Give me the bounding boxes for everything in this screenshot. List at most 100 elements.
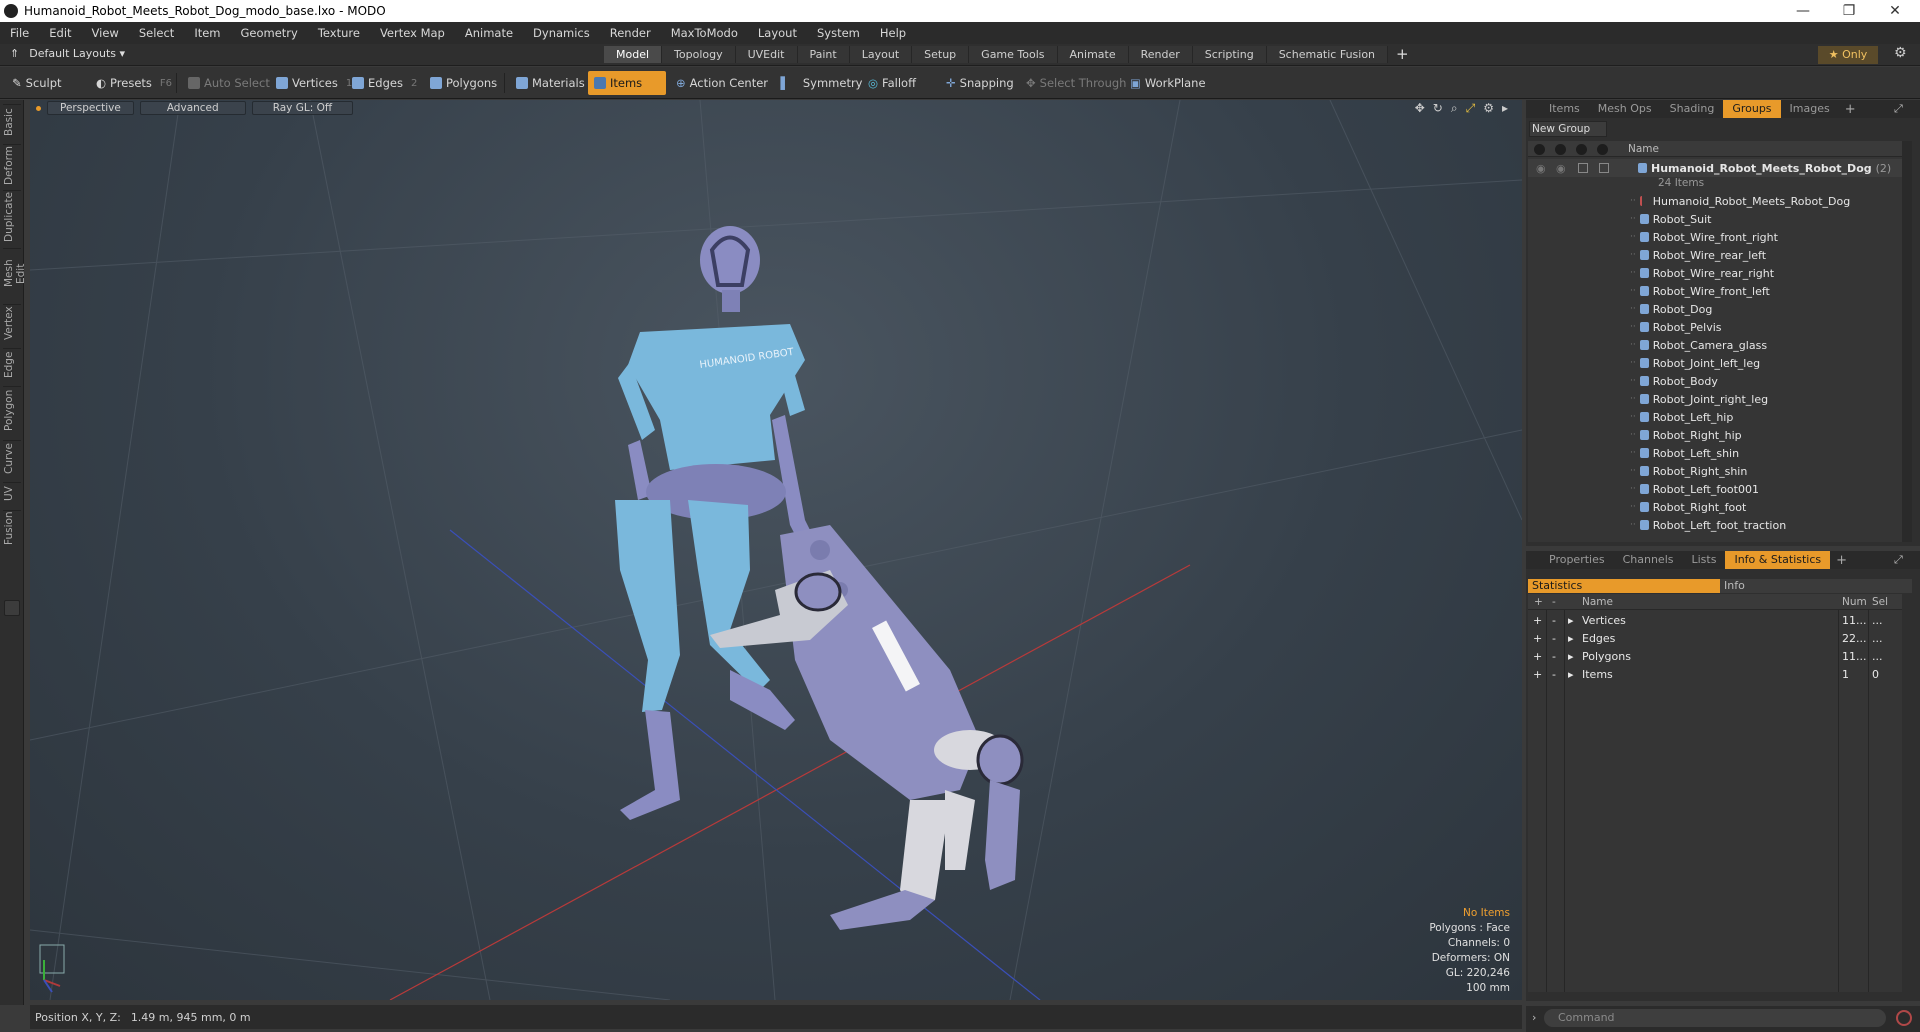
group-select-checkbox[interactable] xyxy=(1599,163,1609,173)
group-item-row[interactable]: ·· Robot_Suit xyxy=(1528,210,1902,228)
menu-edit[interactable]: Edit xyxy=(39,26,81,40)
command-expand-icon[interactable]: › xyxy=(1532,1011,1536,1024)
statistics-row[interactable]: + - ▸ Polygons 11...... xyxy=(1528,648,1902,666)
tab-items[interactable]: Items xyxy=(1540,100,1589,118)
row-add-icon[interactable]: + xyxy=(1533,632,1542,645)
add-panel-tab-icon[interactable]: + xyxy=(1839,102,1856,117)
tab-shading[interactable]: Shading xyxy=(1661,100,1724,118)
row-add-icon[interactable]: + xyxy=(1533,668,1542,681)
close-button[interactable]: ✕ xyxy=(1872,0,1918,22)
statistics-row[interactable]: + - ▸ Items 1 0 xyxy=(1528,666,1902,684)
menu-help[interactable]: Help xyxy=(870,26,916,40)
menu-dynamics[interactable]: Dynamics xyxy=(523,26,600,40)
action-center-button[interactable]: ⊕ Action Center xyxy=(670,71,774,95)
group-item-row[interactable]: ·· Robot_Left_foot001 xyxy=(1528,480,1902,498)
expand-arrow-icon[interactable]: ▸ xyxy=(1568,632,1574,645)
tab-topology[interactable]: Topology xyxy=(662,46,736,63)
group-item-row[interactable]: ·· Robot_Dog xyxy=(1528,300,1902,318)
group-item-row[interactable]: ·· Robot_Wire_front_left xyxy=(1528,282,1902,300)
panel-expand-icon[interactable]: ⤢ xyxy=(1894,102,1903,116)
menu-layout[interactable]: Layout xyxy=(748,26,807,40)
tab-uvedit[interactable]: UVEdit xyxy=(735,46,798,63)
subtab-statistics[interactable]: Statistics xyxy=(1528,579,1720,593)
maximize-button[interactable]: ❐ xyxy=(1826,0,1872,22)
menu-file[interactable]: File xyxy=(0,26,39,40)
group-item-row[interactable]: ·· Robot_Camera_glass xyxy=(1528,336,1902,354)
fit-icon[interactable]: ⤢ xyxy=(1466,101,1476,116)
group-item-row[interactable]: ·· Robot_Pelvis xyxy=(1528,318,1902,336)
group-item-row[interactable]: ·· Robot_Left_hip xyxy=(1528,408,1902,426)
tab-duplicate[interactable]: Duplicate xyxy=(3,190,21,242)
group-item-row[interactable]: ·· Humanoid_Robot_Meets_Robot_Dog xyxy=(1528,192,1902,210)
statistics-row[interactable]: + - ▸ Vertices 11...... xyxy=(1528,612,1902,630)
menu-render[interactable]: Render xyxy=(600,26,661,40)
edges-button[interactable]: Edges 2 xyxy=(346,71,423,95)
tab-edge[interactable]: Edge xyxy=(3,348,21,380)
viewport-settings-icon[interactable]: ⚙ xyxy=(1483,101,1494,116)
tab-model[interactable]: Model xyxy=(604,46,663,63)
bottom-panel-expand-icon[interactable]: ⤢ xyxy=(1894,553,1903,567)
falloff-button[interactable]: ◎ Falloff xyxy=(862,71,922,95)
tab-lists[interactable]: Lists xyxy=(1683,551,1726,569)
symmetry-button[interactable]: ▐ Symmetry xyxy=(770,71,869,95)
subtab-info[interactable]: Info xyxy=(1720,579,1912,593)
expand-arrow-icon[interactable]: ▸ xyxy=(1568,668,1574,681)
group-lock-checkbox[interactable] xyxy=(1578,163,1588,173)
tab-setup[interactable]: Setup xyxy=(912,46,970,63)
items-button[interactable]: Items xyxy=(588,71,667,95)
vertices-button[interactable]: Vertices 1 xyxy=(270,71,358,95)
3d-viewport[interactable]: HUMANOID ROBOT Perspective Advanced Ray … xyxy=(30,100,1522,1000)
record-icon[interactable] xyxy=(1896,1010,1912,1026)
tab-polygon[interactable]: Polygon xyxy=(3,386,21,434)
menu-vertex-map[interactable]: Vertex Map xyxy=(370,26,455,40)
menu-select[interactable]: Select xyxy=(129,26,184,40)
zoom-icon[interactable]: ⌕ xyxy=(1451,101,1458,116)
tab-scripting[interactable]: Scripting xyxy=(1192,46,1267,63)
tab-render[interactable]: Render xyxy=(1128,46,1193,63)
robot-dog-model[interactable] xyxy=(710,525,1024,930)
tab-info-statistics[interactable]: Info & Statistics xyxy=(1725,551,1831,569)
render-column-icon[interactable] xyxy=(1555,144,1566,155)
menu-texture[interactable]: Texture xyxy=(308,26,370,40)
tab-curve[interactable]: Curve xyxy=(3,440,21,476)
only-toggle[interactable]: ★ Only xyxy=(1818,46,1878,64)
header-add[interactable]: + xyxy=(1534,596,1543,608)
sculpt-button[interactable]: ✎ Sculpt xyxy=(6,71,68,95)
expand-arrow-icon[interactable]: ▸ xyxy=(1568,650,1574,663)
row-add-icon[interactable]: + xyxy=(1533,650,1542,663)
row-minus-icon[interactable]: - xyxy=(1552,632,1556,645)
raygl-toggle[interactable]: Ray GL: Off xyxy=(251,101,354,115)
materials-button[interactable]: Materials xyxy=(510,71,591,95)
add-bottom-tab-icon[interactable]: + xyxy=(1830,553,1847,568)
tab-vertex[interactable]: Vertex xyxy=(3,304,21,342)
group-item-row[interactable]: ·· Robot_Right_foot xyxy=(1528,498,1902,516)
group-item-row[interactable]: ·· Robot_Left_shin xyxy=(1528,444,1902,462)
group-item-row[interactable]: ·· Robot_Joint_right_leg xyxy=(1528,390,1902,408)
strip-toggle-button[interactable] xyxy=(4,600,20,616)
rotate-icon[interactable]: ↻ xyxy=(1433,101,1443,116)
tab-mesh-ops[interactable]: Mesh Ops xyxy=(1589,100,1661,118)
row-minus-icon[interactable]: - xyxy=(1552,650,1556,663)
group-render-icon[interactable]: ◉ xyxy=(1556,162,1566,175)
pan-icon[interactable]: ✥ xyxy=(1415,101,1425,116)
group-item-row[interactable]: ·· Robot_Joint_left_leg xyxy=(1528,354,1902,372)
shading-mode-dropdown[interactable]: Advanced xyxy=(139,101,246,115)
menu-item[interactable]: Item xyxy=(184,26,230,40)
group-item-row[interactable]: ·· Robot_Wire_rear_left xyxy=(1528,246,1902,264)
tab-basic[interactable]: Basic xyxy=(3,104,21,140)
select-through-button[interactable]: ✥ Select Through xyxy=(1020,71,1132,95)
menu-maxtomodo[interactable]: MaxToModo xyxy=(661,26,748,40)
tab-images[interactable]: Images xyxy=(1781,100,1839,118)
tab-animate[interactable]: Animate xyxy=(1057,46,1129,63)
auto-select-button[interactable]: Auto Select xyxy=(182,71,276,95)
tab-layout[interactable]: Layout xyxy=(849,46,913,63)
group-item-row[interactable]: ·· Robot_Left_foot_traction xyxy=(1528,516,1902,534)
menu-view[interactable]: View xyxy=(82,26,129,40)
group-visibility-icon[interactable]: ◉ xyxy=(1536,162,1546,175)
tab-schematic-fusion[interactable]: Schematic Fusion xyxy=(1266,46,1389,63)
layout-selector[interactable]: Default Layouts ▾ xyxy=(29,47,125,60)
group-item-row[interactable]: ·· Robot_Wire_front_right xyxy=(1528,228,1902,246)
layout-arrow-icon[interactable]: ⇑ xyxy=(10,47,19,60)
statistics-row[interactable]: + - ▸ Edges 22...... xyxy=(1528,630,1902,648)
snapping-button[interactable]: ✛ Snapping xyxy=(940,71,1020,95)
